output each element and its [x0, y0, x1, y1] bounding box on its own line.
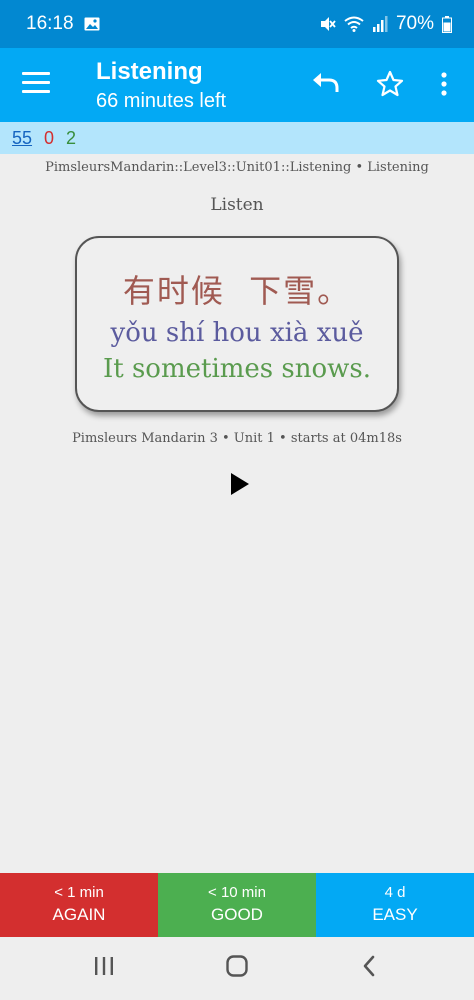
wifi-icon: [344, 16, 364, 32]
play-audio-icon[interactable]: [229, 472, 251, 496]
battery-percent: 70%: [395, 13, 434, 34]
status-bar: 16:18 70%: [0, 0, 474, 48]
again-label: AGAIN: [52, 905, 106, 924]
answer-buttons: < 1 min AGAIN < 10 min GOOD 4 d EASY: [0, 873, 474, 937]
title-block: Listening 66 minutes left: [96, 58, 226, 114]
time-remaining: 66 minutes left: [96, 90, 227, 112]
back-icon[interactable]: [361, 955, 377, 977]
home-icon[interactable]: [226, 955, 248, 977]
menu-icon[interactable]: [22, 72, 50, 96]
gallery-icon: [84, 17, 100, 31]
recent-apps-icon[interactable]: [93, 955, 115, 977]
mute-icon: [320, 17, 336, 31]
more-vert-icon[interactable]: [438, 70, 450, 98]
system-nav-bar: [0, 937, 474, 1000]
undo-icon[interactable]: [311, 70, 341, 98]
hanzi-text: 有时候 下雪。: [122, 272, 352, 310]
card-label: Listen: [210, 195, 264, 215]
card-counts: 55 0 2: [0, 122, 474, 154]
easy-label: EASY: [372, 905, 418, 924]
battery-icon: [442, 15, 452, 33]
star-icon[interactable]: [376, 70, 404, 98]
app-bar: Listening 66 minutes left: [0, 48, 474, 122]
good-label: GOOD: [211, 905, 263, 924]
card-box: 有时候 下雪。 yǒu shí hou xià xuě It sometimes…: [75, 236, 399, 412]
new-count[interactable]: 55: [12, 128, 32, 149]
audio-source: Pimsleurs Mandarin 3 • Unit 1 • starts a…: [72, 431, 402, 446]
learning-count: 0: [44, 127, 55, 148]
deck-path: PimsleursMandarin::Level3::Unit01::Liste…: [45, 160, 429, 175]
easy-interval: 4 d: [384, 884, 406, 901]
signal-icon: [372, 16, 388, 32]
easy-button[interactable]: 4 d EASY: [316, 873, 474, 937]
good-interval: < 10 min: [208, 884, 266, 901]
page-title: Listening: [96, 58, 203, 85]
pinyin-text: yǒu shí hou xià xuě: [110, 318, 364, 348]
again-interval: < 1 min: [54, 884, 104, 901]
english-text: It sometimes snows.: [102, 354, 372, 384]
good-button[interactable]: < 10 min GOOD: [158, 873, 316, 937]
review-count: 2: [66, 127, 77, 148]
status-time: 16:18: [26, 13, 74, 34]
again-button[interactable]: < 1 min AGAIN: [0, 873, 158, 937]
